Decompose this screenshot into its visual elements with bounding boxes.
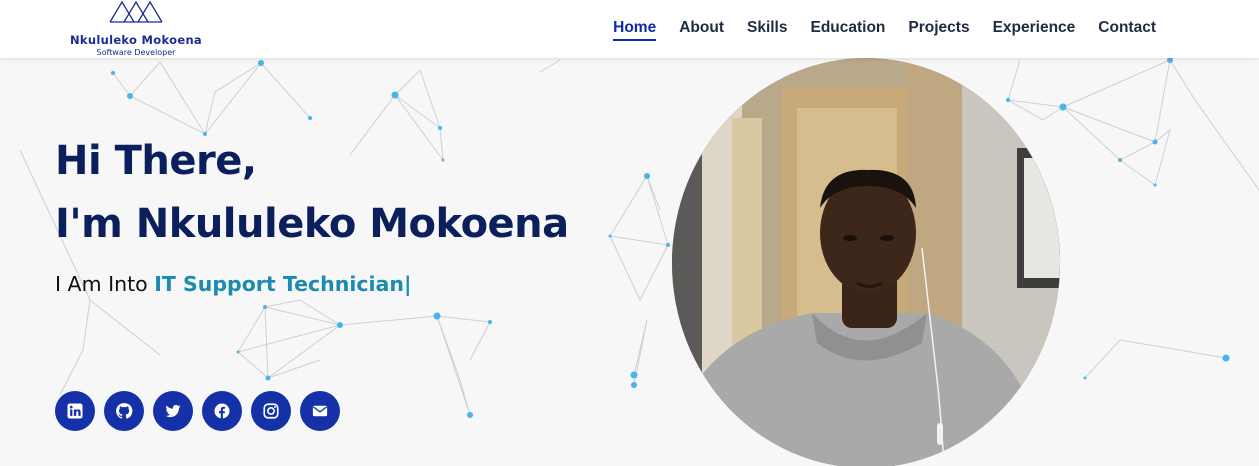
linkedin-link[interactable]	[55, 391, 95, 431]
nav-item-about[interactable]: About	[679, 19, 724, 41]
nav-item-home[interactable]: Home	[613, 19, 657, 41]
profile-photo-illustration	[672, 58, 1060, 466]
github-link[interactable]	[104, 391, 144, 431]
navbar: Nkululeko Mokoena Software Developer Hom…	[0, 0, 1259, 58]
profile-photo	[672, 58, 1060, 466]
hero-heading: Hi There, I'm Nkululeko Mokoena	[55, 130, 569, 256]
hero-greeting: Hi There,	[55, 138, 257, 184]
github-icon	[116, 403, 133, 419]
email-link[interactable]	[300, 391, 340, 431]
brand-name: Nkululeko Mokoena	[69, 33, 202, 47]
main-nav: Home About Skills Education Projects Exp…	[613, 19, 1156, 41]
facebook-icon	[214, 403, 230, 419]
instagram-link[interactable]	[251, 391, 291, 431]
nav-item-experience[interactable]: Experience	[993, 19, 1076, 41]
instagram-icon	[263, 403, 279, 419]
brand-logo[interactable]: Nkululeko Mokoena Software Developer	[66, 0, 206, 58]
typed-role-line: I Am Into IT Support Technician|	[55, 272, 411, 296]
twitter-icon	[165, 404, 181, 418]
nav-item-skills[interactable]: Skills	[747, 19, 788, 41]
social-links	[55, 391, 340, 431]
email-icon	[312, 405, 328, 417]
logo-mountains-icon	[109, 0, 163, 23]
typed-role: IT Support Technician|	[154, 272, 412, 296]
typed-prefix: I Am Into	[55, 272, 148, 296]
brand-tagline: Software Developer	[96, 48, 176, 57]
twitter-link[interactable]	[153, 391, 193, 431]
nav-item-education[interactable]: Education	[810, 19, 885, 41]
facebook-link[interactable]	[202, 391, 242, 431]
nav-item-contact[interactable]: Contact	[1098, 19, 1156, 41]
hero-intro: I'm Nkululeko Mokoena	[55, 201, 569, 247]
nav-item-projects[interactable]: Projects	[908, 19, 969, 41]
linkedin-icon	[67, 403, 83, 419]
